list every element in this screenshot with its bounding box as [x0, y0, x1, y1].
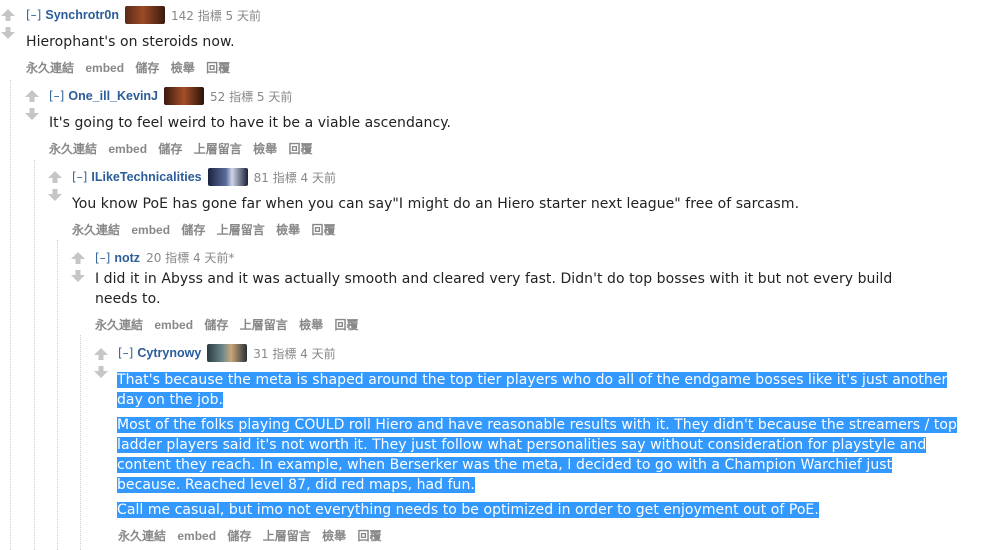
thread-line [80, 335, 81, 550]
report-button[interactable]: 檢舉 [253, 142, 277, 156]
comment-paragraph: I did it in Abyss and it was actually sm… [95, 271, 893, 307]
thread-line [10, 80, 11, 550]
permalink-button[interactable]: 永久連結 [72, 223, 120, 237]
comment-tagline: [–] notz 20 指標 4 天前* [95, 249, 234, 266]
thread-line [57, 240, 58, 550]
report-button[interactable]: 檢舉 [171, 61, 195, 75]
comment-tagline: [–] Synchrotr0n 142 指標 5 天前 [26, 6, 261, 24]
author-link[interactable]: Cytrynowy [137, 346, 201, 360]
author-link[interactable]: One_ill_KevinJ [68, 89, 158, 103]
parent-button[interactable]: 上層留言 [217, 223, 265, 237]
collapse-toggle[interactable]: [–] [49, 89, 64, 103]
comment-paragraph: Hierophant's on steroids now. [26, 34, 235, 50]
save-button[interactable]: 儲存 [227, 529, 251, 543]
author-link[interactable]: Synchrotr0n [45, 8, 119, 22]
upvote-arrow-icon[interactable] [47, 170, 63, 184]
score-timestamp: 31 指標 4 天前 [253, 346, 336, 361]
score-timestamp: 142 指標 5 天前 [171, 8, 261, 23]
comment-body: You know PoE has gone far when you can s… [72, 194, 952, 214]
embed-button[interactable]: embed [177, 529, 216, 543]
upvote-arrow-icon[interactable] [93, 347, 109, 361]
parent-button[interactable]: 上層留言 [240, 318, 288, 332]
permalink-button[interactable]: 永久連結 [118, 529, 166, 543]
save-button[interactable]: 儲存 [158, 142, 182, 156]
comment-actions: 永久連結 embed 儲存 上層留言 檢舉 回覆 [118, 527, 389, 544]
comment-tagline: [–] Cytrynowy 31 指標 4 天前 [118, 344, 336, 362]
score-timestamp: 52 指標 5 天前 [210, 89, 293, 104]
comment-actions: 永久連結 embed 儲存 上層留言 檢舉 回覆 [72, 221, 343, 238]
downvote-arrow-icon[interactable] [70, 269, 86, 283]
downvote-arrow-icon[interactable] [47, 188, 63, 202]
collapse-toggle[interactable]: [–] [26, 8, 41, 22]
embed-button[interactable]: embed [85, 61, 124, 75]
embed-button[interactable]: embed [154, 318, 193, 332]
upvote-arrow-icon[interactable] [24, 89, 40, 103]
embed-button[interactable]: embed [108, 142, 147, 156]
comment-paragraph: You know PoE has gone far when you can s… [72, 196, 800, 212]
author-link[interactable]: notz [114, 251, 140, 265]
collapse-toggle[interactable]: [–] [95, 251, 110, 265]
permalink-button[interactable]: 永久連結 [95, 318, 143, 332]
selected-text: Most of the folks playing COULD roll Hie… [117, 417, 957, 493]
collapse-toggle[interactable]: [–] [72, 170, 87, 184]
reply-button[interactable]: 回覆 [288, 142, 312, 156]
reply-button[interactable]: 回覆 [206, 61, 230, 75]
permalink-button[interactable]: 永久連結 [26, 61, 74, 75]
reply-button[interactable]: 回覆 [311, 223, 335, 237]
reply-button[interactable]: 回覆 [357, 529, 381, 543]
comment-tagline: [–] ILikeTechnicalities 81 指標 4 天前 [72, 168, 336, 186]
report-button[interactable]: 檢舉 [299, 318, 323, 332]
downvote-arrow-icon[interactable] [24, 107, 40, 121]
user-flair-icon [125, 6, 166, 24]
selected-text: That's because the meta is shaped around… [117, 372, 948, 408]
comment-actions: 永久連結 embed 儲存 上層留言 檢舉 回覆 [95, 316, 366, 333]
upvote-arrow-icon[interactable] [0, 8, 16, 22]
score-timestamp: 81 指標 4 天前 [253, 170, 336, 185]
save-button[interactable]: 儲存 [135, 61, 159, 75]
parent-button[interactable]: 上層留言 [194, 142, 242, 156]
selected-text: Call me casual, but imo not everything n… [117, 502, 819, 518]
embed-button[interactable]: embed [131, 223, 170, 237]
user-flair-icon [207, 168, 248, 186]
comment-paragraph: Call me casual, but imo not everything n… [117, 500, 959, 520]
user-flair-icon [207, 344, 248, 362]
comment-body: That's because the meta is shaped around… [117, 370, 959, 520]
comment-body: It's going to feel weird to have it be a… [49, 113, 949, 133]
save-button[interactable]: 儲存 [181, 223, 205, 237]
comment-body: I did it in Abyss and it was actually sm… [95, 269, 915, 309]
user-flair-icon [164, 87, 204, 105]
report-button[interactable]: 檢舉 [322, 529, 346, 543]
parent-button[interactable]: 上層留言 [263, 529, 311, 543]
comment-actions: 永久連結 embed 儲存 上層留言 檢舉 回覆 [49, 140, 320, 157]
reply-button[interactable]: 回覆 [334, 318, 358, 332]
comment-paragraph: Most of the folks playing COULD roll Hie… [117, 415, 959, 495]
save-button[interactable]: 儲存 [204, 318, 228, 332]
score-timestamp: 20 指標 4 天前* [146, 251, 235, 265]
comment-body: Hierophant's on steroids now. [26, 32, 946, 52]
comment-actions: 永久連結 embed 儲存 檢舉 回覆 [26, 59, 238, 76]
downvote-arrow-icon[interactable] [93, 365, 109, 379]
report-button[interactable]: 檢舉 [276, 223, 300, 237]
author-link[interactable]: ILikeTechnicalities [91, 170, 201, 184]
collapse-toggle[interactable]: [–] [118, 346, 133, 360]
permalink-button[interactable]: 永久連結 [49, 142, 97, 156]
comment-paragraph: That's because the meta is shaped around… [117, 370, 959, 410]
upvote-arrow-icon[interactable] [70, 251, 86, 265]
downvote-arrow-icon[interactable] [0, 26, 16, 40]
comment-paragraph: It's going to feel weird to have it be a… [49, 115, 452, 131]
thread-line [34, 160, 35, 550]
comment-tagline: [–] One_ill_KevinJ 52 指標 5 天前 [49, 87, 292, 105]
